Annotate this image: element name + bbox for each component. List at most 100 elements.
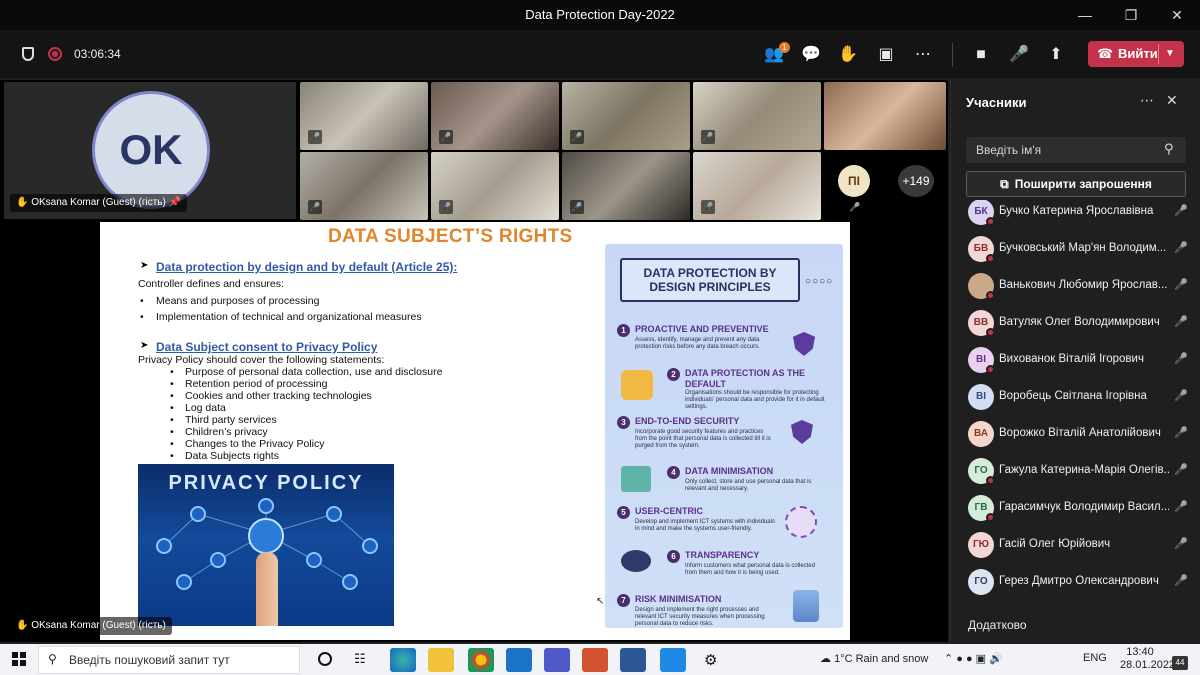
status-dot: [986, 217, 995, 226]
cortana-icon[interactable]: [318, 652, 332, 666]
participant-avatar[interactable]: ПІ: [838, 165, 870, 197]
more-section-label[interactable]: Додатково: [968, 618, 1027, 632]
leave-divider: [1158, 44, 1159, 64]
close-icon[interactable]: ✕: [1154, 0, 1200, 30]
participant-name: Ванькович Любомир Ярослав...: [999, 279, 1168, 291]
participant-row[interactable]: БК Бучко Катерина Ярославівна 🎤: [950, 200, 1200, 231]
close-panel-icon[interactable]: ✕: [1166, 92, 1178, 109]
mic-off-icon[interactable]: 🎤: [1174, 315, 1188, 328]
video-tile[interactable]: [824, 82, 946, 150]
mic-off-icon[interactable]: 🎤: [1174, 463, 1188, 476]
participant-name: Вихованок Віталій Ігорович: [999, 353, 1144, 365]
participant-name: Ватуляк Олег Володимирович: [999, 316, 1160, 328]
video-tile[interactable]: 🎤: [431, 82, 559, 150]
item-title: END-TO-END SECURITY: [635, 416, 740, 426]
mic-off-icon[interactable]: 🎤: [1007, 44, 1031, 66]
participant-name: Ворожко Віталій Анатолійович: [999, 427, 1161, 439]
windows-start-icon[interactable]: [12, 652, 26, 666]
participant-row[interactable]: ВВ Ватуляк Олег Володимирович 🎤: [950, 305, 1200, 342]
participant-row[interactable]: ВІ Воробець Світлана Ігорівна 🎤: [950, 379, 1200, 416]
task-view-icon[interactable]: ☷: [354, 651, 366, 667]
bullet-dot-icon: •: [170, 438, 174, 450]
mouse-cursor-icon: ↖: [596, 596, 605, 607]
notification-count[interactable]: 44: [1172, 656, 1188, 670]
video-tile[interactable]: 🎤: [562, 152, 690, 220]
window-title: Data Protection Day-2022: [525, 7, 675, 22]
video-tile[interactable]: 🎤: [300, 152, 428, 220]
panel-title: Учасники: [966, 95, 1027, 110]
share-link-icon: ⧉: [1000, 177, 1009, 191]
chevron-down-icon[interactable]: ▼: [1165, 41, 1175, 67]
search-icon: ⚲: [48, 652, 57, 666]
mic-off-icon[interactable]: 🎤: [1174, 278, 1188, 291]
participant-row[interactable]: ГО Герез Дмитро Олександрович 🎤: [950, 564, 1200, 601]
participant-row[interactable]: ВІ Вихованок Віталій Ігорович 🎤: [950, 342, 1200, 379]
language-indicator[interactable]: ENG: [1083, 652, 1107, 664]
video-tile[interactable]: 🎤: [693, 152, 821, 220]
participant-row[interactable]: ГВ Гарасимчук Володимир Васил... 🎤: [950, 490, 1200, 527]
edge-icon[interactable]: [390, 648, 416, 672]
powerpoint-icon[interactable]: [582, 648, 608, 672]
participant-row[interactable]: ГО Гажула Катерина-Марія Олегів... 🎤: [950, 453, 1200, 490]
participant-row[interactable]: ВЛ Ванькович Любомир Ярослав... 🎤: [950, 268, 1200, 305]
heading-privacy-by-design: Data protection by design and by default…: [156, 260, 458, 274]
weather-widget[interactable]: ☁ 1°C Rain and snow: [820, 652, 928, 665]
taskbar-search-input[interactable]: Введіть пошуковий запит тут: [38, 646, 300, 674]
rooms-icon[interactable]: ▣: [874, 44, 898, 66]
mic-off-icon[interactable]: 🎤: [1174, 241, 1188, 254]
more-options-icon[interactable]: ⋯: [1140, 92, 1154, 109]
participant-name: Бучковський Мар'ян Володим...: [999, 242, 1167, 254]
maximize-icon[interactable]: ❐: [1108, 0, 1154, 30]
teams-icon[interactable]: [544, 648, 570, 672]
infographic-title: DATA PROTECTION BY DESIGN PRINCIPLES: [620, 258, 800, 302]
mic-off-icon: 🎤: [308, 130, 322, 144]
participant-row[interactable]: ГЮ Гасій Олег Юрійович 🎤: [950, 527, 1200, 564]
video-tile[interactable]: 🎤: [431, 152, 559, 220]
mic-off-icon[interactable]: 🎤: [1174, 500, 1188, 513]
bullet-item: Third party services: [185, 414, 277, 426]
video-tile[interactable]: 🎤: [562, 82, 690, 150]
leave-button[interactable]: ☎ Вийти ▼: [1088, 41, 1184, 67]
mail-icon[interactable]: [506, 648, 532, 672]
file-explorer-icon[interactable]: [428, 648, 454, 672]
item-number: 5: [617, 506, 630, 519]
word-icon[interactable]: [620, 648, 646, 672]
mic-off-icon[interactable]: 🎤: [1174, 574, 1188, 587]
share-icon[interactable]: ⬆: [1044, 44, 1068, 66]
chat-icon[interactable]: 💬: [799, 44, 823, 66]
share-invite-button[interactable]: ⧉ Поширити запрошення: [966, 171, 1186, 197]
item-number: 1: [617, 324, 630, 337]
bullet-dot-icon: •: [170, 450, 174, 462]
item-number: 3: [617, 416, 630, 429]
participant-row[interactable]: БВ Бучковський Мар'ян Володим... 🎤: [950, 231, 1200, 268]
clock[interactable]: 13:40 28.01.2022: [1120, 646, 1175, 672]
system-tray-icons[interactable]: ⌃ ● ● ▣ 🔊: [944, 652, 1003, 665]
mic-off-icon[interactable]: 🎤: [1174, 352, 1188, 365]
mic-off-icon[interactable]: 🎤: [1174, 389, 1188, 402]
leave-label: Вийти: [1118, 46, 1158, 61]
media-player-icon[interactable]: [660, 648, 686, 672]
video-tile[interactable]: 🎤: [300, 82, 428, 150]
bullet-item: Log data: [185, 402, 226, 414]
mic-off-icon[interactable]: 🎤: [1174, 426, 1188, 439]
shield-icon: [791, 420, 813, 444]
bullet-dot-icon: •: [170, 378, 174, 390]
reactions-icon[interactable]: ✋: [836, 44, 860, 66]
toolbar-divider: [952, 43, 953, 67]
raised-hand-icon: ✋: [16, 197, 29, 208]
more-participants-button[interactable]: +149: [898, 165, 934, 197]
camera-icon[interactable]: ■: [969, 44, 993, 66]
participant-search-input[interactable]: Введіть ім'я: [966, 137, 1186, 163]
record-icon: [48, 47, 62, 61]
participant-row[interactable]: ВА Ворожко Віталій Анатолійович 🎤: [950, 416, 1200, 453]
weather-icon: ☁: [820, 653, 831, 665]
chrome-icon[interactable]: [468, 648, 494, 672]
more-actions-icon[interactable]: ⋯: [911, 44, 935, 66]
mic-off-icon[interactable]: 🎤: [1174, 204, 1188, 217]
settings-icon[interactable]: ⚙: [704, 651, 717, 669]
minimize-icon[interactable]: —: [1062, 0, 1108, 30]
mic-off-icon[interactable]: 🎤: [1174, 537, 1188, 550]
search-icon[interactable]: ⚲: [1164, 141, 1174, 157]
video-tile[interactable]: 🎤: [693, 82, 821, 150]
mic-off-icon: 🎤: [308, 200, 322, 214]
